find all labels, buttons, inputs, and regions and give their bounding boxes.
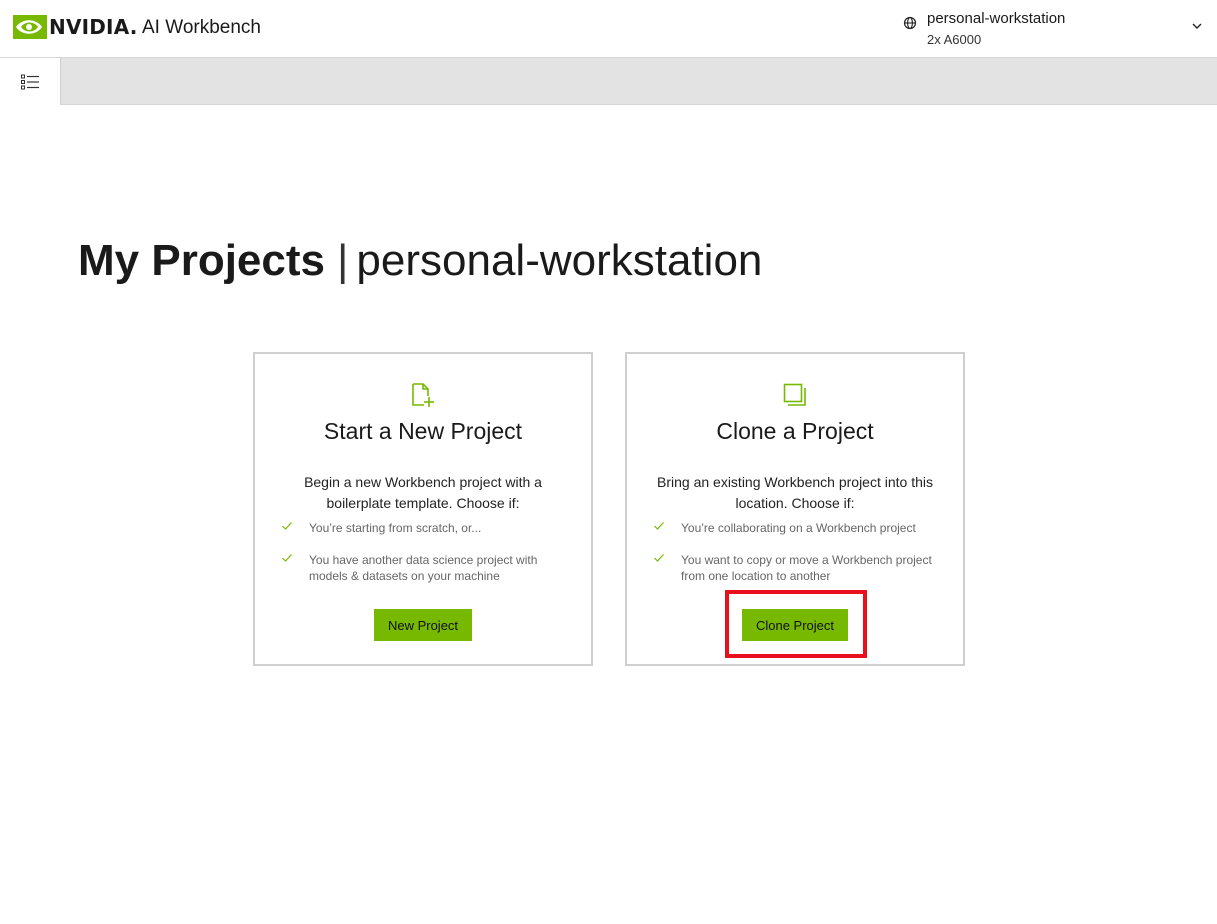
page-title-separator: | (336, 236, 349, 285)
new-project-card: Start a New Project Begin a new Workbenc… (253, 352, 593, 666)
new-project-checklist: You’re starting from scratch, or... You … (281, 520, 571, 600)
check-text: You want to copy or move a Workbench pro… (681, 553, 932, 583)
app-title: AI Workbench (142, 17, 261, 38)
highlight-box (725, 590, 867, 658)
page-title: My Projects | personal-workstation (78, 234, 762, 288)
check-icon (654, 554, 664, 562)
list-icon (21, 74, 39, 89)
clone-project-description: Bring an existing Workbench project into… (657, 474, 933, 511)
nvidia-logo: NVIDIA. (13, 15, 138, 39)
location-selector[interactable]: personal-workstation 2x A6000 (903, 8, 1203, 50)
check-icon (282, 522, 292, 530)
check-text: You’re collaborating on a Workbench proj… (681, 521, 916, 535)
chevron-down-icon[interactable] (1191, 22, 1203, 30)
list-item: You’re starting from scratch, or... (281, 520, 571, 536)
location-name: personal-workstation (927, 10, 1066, 27)
clone-project-checklist: You’re collaborating on a Workbench proj… (653, 520, 943, 600)
app-header: NVIDIA. AI Workbench personal-workstatio… (0, 0, 1217, 57)
new-project-title: Start a New Project (323, 418, 523, 444)
brand-name: NVIDIA. (49, 15, 138, 39)
menu-toggle-button[interactable] (0, 58, 61, 105)
new-project-button[interactable]: New Project (374, 609, 472, 641)
check-icon (654, 522, 664, 530)
copy-icon (783, 383, 806, 406)
location-gpu: 2x A6000 (927, 32, 982, 47)
check-text: You’re starting from scratch, or... (309, 521, 482, 535)
new-file-icon (412, 383, 434, 407)
new-project-description: Begin a new Workbench project with a boi… (304, 474, 542, 511)
check-icon (282, 554, 292, 562)
check-text: You have another data science project wi… (309, 553, 538, 583)
globe-icon (903, 16, 917, 30)
list-item: You want to copy or move a Workbench pro… (653, 552, 943, 584)
page-title-main: My Projects (78, 236, 325, 285)
toolbar (0, 57, 1217, 105)
nvidia-eye-icon (13, 15, 47, 39)
clone-project-title: Clone a Project (716, 418, 874, 444)
page-title-location: personal-workstation (356, 236, 763, 285)
list-item: You have another data science project wi… (281, 552, 571, 584)
list-item: You’re collaborating on a Workbench proj… (653, 520, 943, 536)
